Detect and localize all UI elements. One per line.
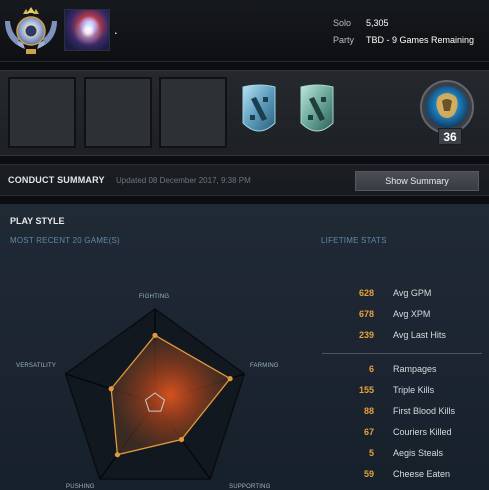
stat-value: 6	[368, 364, 374, 374]
stat-label: Avg XPM	[393, 309, 431, 319]
axis-label-supporting: SUPPORTING	[229, 484, 271, 490]
stat-label: First Blood Kills	[393, 406, 456, 416]
axis-label-fighting: FIGHTING	[139, 294, 170, 300]
stat-value: 239	[358, 330, 374, 340]
player-avatar-icon[interactable]	[64, 9, 110, 51]
stat-row-avg-gpm: 628 Avg GPM	[322, 288, 482, 304]
stat-label: Couriers Killed	[393, 427, 452, 437]
profile-header: . Solo 5,305 Party TBD - 9 Games Remaini…	[0, 0, 489, 62]
showcase-band	[0, 70, 489, 156]
party-mmr-label: Party	[333, 35, 355, 45]
stat-value: 628	[358, 288, 374, 298]
play-style-radar: FIGHTING FARMING SUPPORTING PUSHING VERS…	[0, 284, 300, 490]
play-style-panel: PLAY STYLE MOST RECENT 20 GAME(S) LIFETI…	[0, 204, 489, 490]
lifetime-stats-label: LIFETIME STATS	[321, 236, 387, 245]
dota-badge-icon[interactable]	[240, 83, 278, 139]
stat-value: 5	[368, 448, 374, 458]
play-style-title: PLAY STYLE	[10, 216, 65, 226]
stat-row-rampages: 6 Rampages	[322, 364, 482, 380]
stat-label: Avg GPM	[393, 288, 432, 298]
radar-point-pushing	[114, 452, 121, 458]
stat-label: Avg Last Hits	[393, 330, 446, 340]
axis-label-farming: FARMING	[250, 363, 279, 369]
radar-point-supporting	[178, 436, 185, 443]
radar-point-farming	[227, 376, 233, 382]
divine-rank-medal-icon[interactable]	[3, 5, 59, 55]
stat-value: 155	[358, 385, 374, 395]
stat-label: Triple Kills	[393, 385, 435, 395]
showcase-slot-3[interactable]	[159, 77, 227, 148]
conduct-summary-bar: CONDUCT SUMMARY Updated 08 December 2017…	[0, 164, 489, 196]
solo-mmr-label: Solo	[333, 18, 352, 28]
stat-row-cheese-eaten: 59 Cheese Eaten	[322, 469, 482, 485]
radar-point-fighting	[152, 332, 158, 338]
dota-badge-icon[interactable]	[298, 83, 336, 139]
stat-label: Aegis Steals	[393, 448, 444, 458]
stat-value: 59	[363, 469, 374, 479]
solo-mmr-value: 5,305	[366, 18, 389, 28]
conduct-updated-text: Updated 08 December 2017, 9:38 PM	[116, 176, 251, 185]
stat-row-avg-last-hits: 239 Avg Last Hits	[322, 330, 482, 346]
stat-row-avg-xpm: 678 Avg XPM	[322, 309, 482, 325]
stat-label: Cheese Eaten	[393, 469, 451, 479]
stats-divider	[322, 353, 482, 354]
stat-row-first-blood-kills: 88 First Blood Kills	[322, 406, 482, 422]
show-summary-button[interactable]: Show Summary	[355, 171, 479, 191]
stat-value: 88	[363, 406, 374, 416]
stat-label: Rampages	[393, 364, 437, 374]
axis-label-pushing: PUSHING	[66, 484, 95, 490]
showcase-slot-1[interactable]	[8, 77, 76, 148]
stat-value: 67	[363, 427, 374, 437]
stat-row-couriers-killed: 67 Couriers Killed	[322, 427, 482, 443]
conduct-summary-title: CONDUCT SUMMARY	[8, 175, 105, 185]
stat-value: 678	[358, 309, 374, 319]
recent-games-label: MOST RECENT 20 GAME(S)	[10, 236, 120, 245]
radar-point-versatility	[108, 386, 114, 392]
showcase-slot-2[interactable]	[84, 77, 152, 148]
party-mmr-value: TBD - 9 Games Remaining	[366, 35, 475, 45]
stat-row-aegis-steals: 5 Aegis Steals	[322, 448, 482, 464]
stat-row-triple-kills: 155 Triple Kills	[322, 385, 482, 401]
level-badge: 36	[438, 128, 462, 145]
player-name[interactable]: .	[114, 22, 118, 37]
axis-label-versatility: VERSATILITY	[16, 363, 57, 369]
radar-chart-svg	[64, 308, 246, 480]
